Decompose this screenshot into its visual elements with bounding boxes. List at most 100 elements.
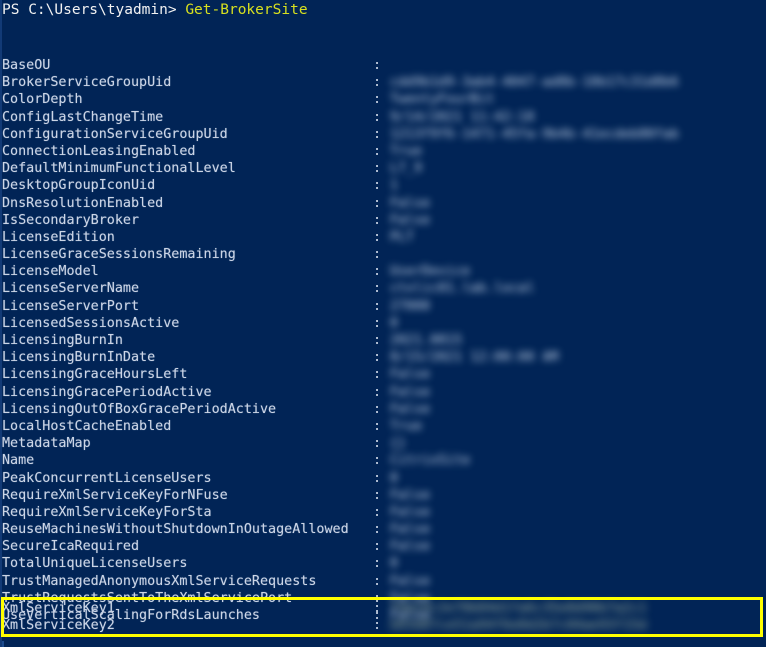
property-separator: : <box>373 75 382 91</box>
property-value: TwentyFourBit <box>390 92 495 108</box>
property-row: ConfigLastChangeTime:9/14/2021 11:42:18 <box>0 109 766 126</box>
property-name: Name <box>2 453 35 469</box>
property-separator: : <box>373 298 382 314</box>
property-row: LicensingGraceHoursLeft: False <box>0 366 766 383</box>
property-name: XmlServiceKey1 <box>2 601 115 616</box>
property-separator: : <box>373 92 382 108</box>
property-name: SecureIcaRequired <box>2 539 140 555</box>
property-row: ConfigurationServiceGroupUid:1213f9f6-14… <box>0 126 766 143</box>
property-row: BrokerServiceGroupUid: cdd9b1d9-3ab4-4047… <box>0 74 766 91</box>
property-name: IsSecondaryBroker <box>2 212 140 228</box>
property-row: LicenseServerName: ctxlic01.lab.local <box>0 280 766 297</box>
property-name: LicenseServerPort <box>2 298 140 314</box>
property-name: XmlServiceKey2 <box>2 618 115 634</box>
property-row: LicensingGracePeriodActive: False <box>0 384 766 401</box>
property-separator: : <box>373 58 382 73</box>
property-row: ColorDepth: TwentyFourBit <box>0 91 766 108</box>
property-value: False <box>390 522 431 538</box>
property-name: ConfigurationServiceGroupUid <box>2 126 228 142</box>
console-left-edge <box>0 0 2 647</box>
property-value: False <box>390 384 431 400</box>
property-separator: : <box>373 522 382 538</box>
property-name: LicenseServerName <box>2 281 140 297</box>
property-row: TrustManagedAnonymousXmlServiceRequests:… <box>0 573 766 590</box>
property-name: LicenseGraceSessionsRemaining <box>2 247 236 263</box>
property-name: ConnectionLeasingEnabled <box>2 143 196 159</box>
property-separator: : <box>373 229 382 245</box>
property-separator: : <box>373 539 382 555</box>
property-value: False <box>390 573 431 589</box>
property-name: DefaultMinimumFunctionalLevel <box>2 161 236 177</box>
property-separator: : <box>373 109 382 125</box>
property-separator: : <box>373 315 382 331</box>
powershell-terminal[interactable]: PS C:\Users\tyadmin> Get-BrokerSite Base… <box>0 0 766 647</box>
property-row: LicensedSessionsActive:0 <box>0 315 766 332</box>
property-value: True <box>390 143 423 159</box>
property-row: LicenseServerPort:27000 <box>0 298 766 315</box>
property-value: False <box>390 212 431 228</box>
property-row: DesktopGroupIconUid:1 <box>0 177 766 194</box>
property-separator: : <box>373 573 382 589</box>
property-row: ReuseMachinesWithoutShutdownInOutageAllo… <box>0 521 766 538</box>
property-row: XmlServiceKey1: f4a19c2e70b84d1fa6c35e8d9… <box>0 600 766 617</box>
property-value: False <box>390 195 431 211</box>
property-name: LicensingGracePeriodActive <box>2 384 212 400</box>
property-value: False <box>390 504 431 520</box>
property-name: DnsResolutionEnabled <box>2 195 164 211</box>
highlighted-property-list: XmlServiceKey1: f4a19c2e70b84d1fa6c35e8d9… <box>0 600 766 634</box>
property-separator: : <box>373 281 382 297</box>
terminal-bottom-line <box>0 640 766 647</box>
property-name: LicensingBurnInDate <box>2 350 156 366</box>
property-value: False <box>390 539 431 555</box>
property-separator: : <box>373 504 382 520</box>
property-separator: : <box>373 195 382 211</box>
property-name: LicenseEdition <box>2 229 115 245</box>
property-name: LocalHostCacheEnabled <box>2 418 172 434</box>
property-value: L7_9 <box>390 161 423 177</box>
property-separator: : <box>373 618 382 634</box>
property-separator: : <box>373 556 382 572</box>
property-separator: : <box>373 418 382 434</box>
property-name: BaseOU <box>2 58 51 73</box>
property-row: Name: CitrixSite <box>0 452 766 469</box>
property-name: MetadataMap <box>2 436 91 452</box>
property-name: LicenseModel <box>2 264 99 280</box>
property-name: ConfigLastChangeTime <box>2 109 164 125</box>
property-name: TrustManagedAnonymousXmlServiceRequests <box>2 573 317 589</box>
property-value: PLT <box>390 229 415 245</box>
property-value: 27000 <box>390 298 431 314</box>
property-row: MetadataMap: {} <box>0 435 766 452</box>
property-value: 0 <box>390 470 399 486</box>
property-name: RequireXmlServiceKeyForSta <box>2 504 212 520</box>
property-row: XmlServiceKey2: b83d07ce51a94f6e8d2b7c04a… <box>0 617 766 634</box>
property-separator: : <box>373 384 382 400</box>
prompt-path: PS C:\Users\tyadmin> <box>2 2 186 18</box>
command-prompt-line: PS C:\Users\tyadmin> Get-BrokerSite <box>2 1 308 20</box>
property-value: 9/14/2021 11:42:18 <box>390 109 535 125</box>
property-value: 2021.0815 <box>390 333 463 348</box>
property-name: ReuseMachinesWithoutShutdownInOutageAllo… <box>2 522 349 538</box>
property-separator: : <box>373 161 382 177</box>
property-value: CitrixSite <box>390 453 471 469</box>
property-list: BaseOU: BrokerServiceGroupUid: cdd9b1d9-3a… <box>0 57 766 624</box>
property-value: 1213f9f6-1471-45fa-9b4b-41ecdeb80fab <box>390 126 679 142</box>
property-value: b83d07ce51a94f6e8d2b7c04ae93f15d <box>390 618 647 634</box>
property-name: LicensedSessionsActive <box>2 315 180 331</box>
property-row: TotalUniqueLicenseUsers:0 <box>0 555 766 572</box>
property-value: f4a19c2e70b84d1fa6c35e8d90b7a2c1 <box>390 601 647 616</box>
property-row: SecureIcaRequired: False <box>0 538 766 555</box>
property-value: cdd9b1d9-3ab4-4047-ad8b-18b17c31d8b6 <box>390 75 679 91</box>
property-name: LicensingOutOfBoxGracePeriodActive <box>2 401 277 417</box>
property-separator: : <box>373 470 382 486</box>
property-value: {} <box>390 436 407 452</box>
property-separator: : <box>373 487 382 503</box>
property-value: 0 <box>390 556 399 572</box>
property-value: ctxlic01.lab.local <box>390 281 535 297</box>
property-separator: : <box>373 436 382 452</box>
property-name: TotalUniqueLicenseUsers <box>2 556 188 572</box>
property-value: True <box>390 418 423 434</box>
property-value: 0 <box>390 315 399 331</box>
property-separator: : <box>373 367 382 383</box>
property-row: PeakConcurrentLicenseUsers:0 <box>0 470 766 487</box>
property-separator: : <box>373 264 382 280</box>
